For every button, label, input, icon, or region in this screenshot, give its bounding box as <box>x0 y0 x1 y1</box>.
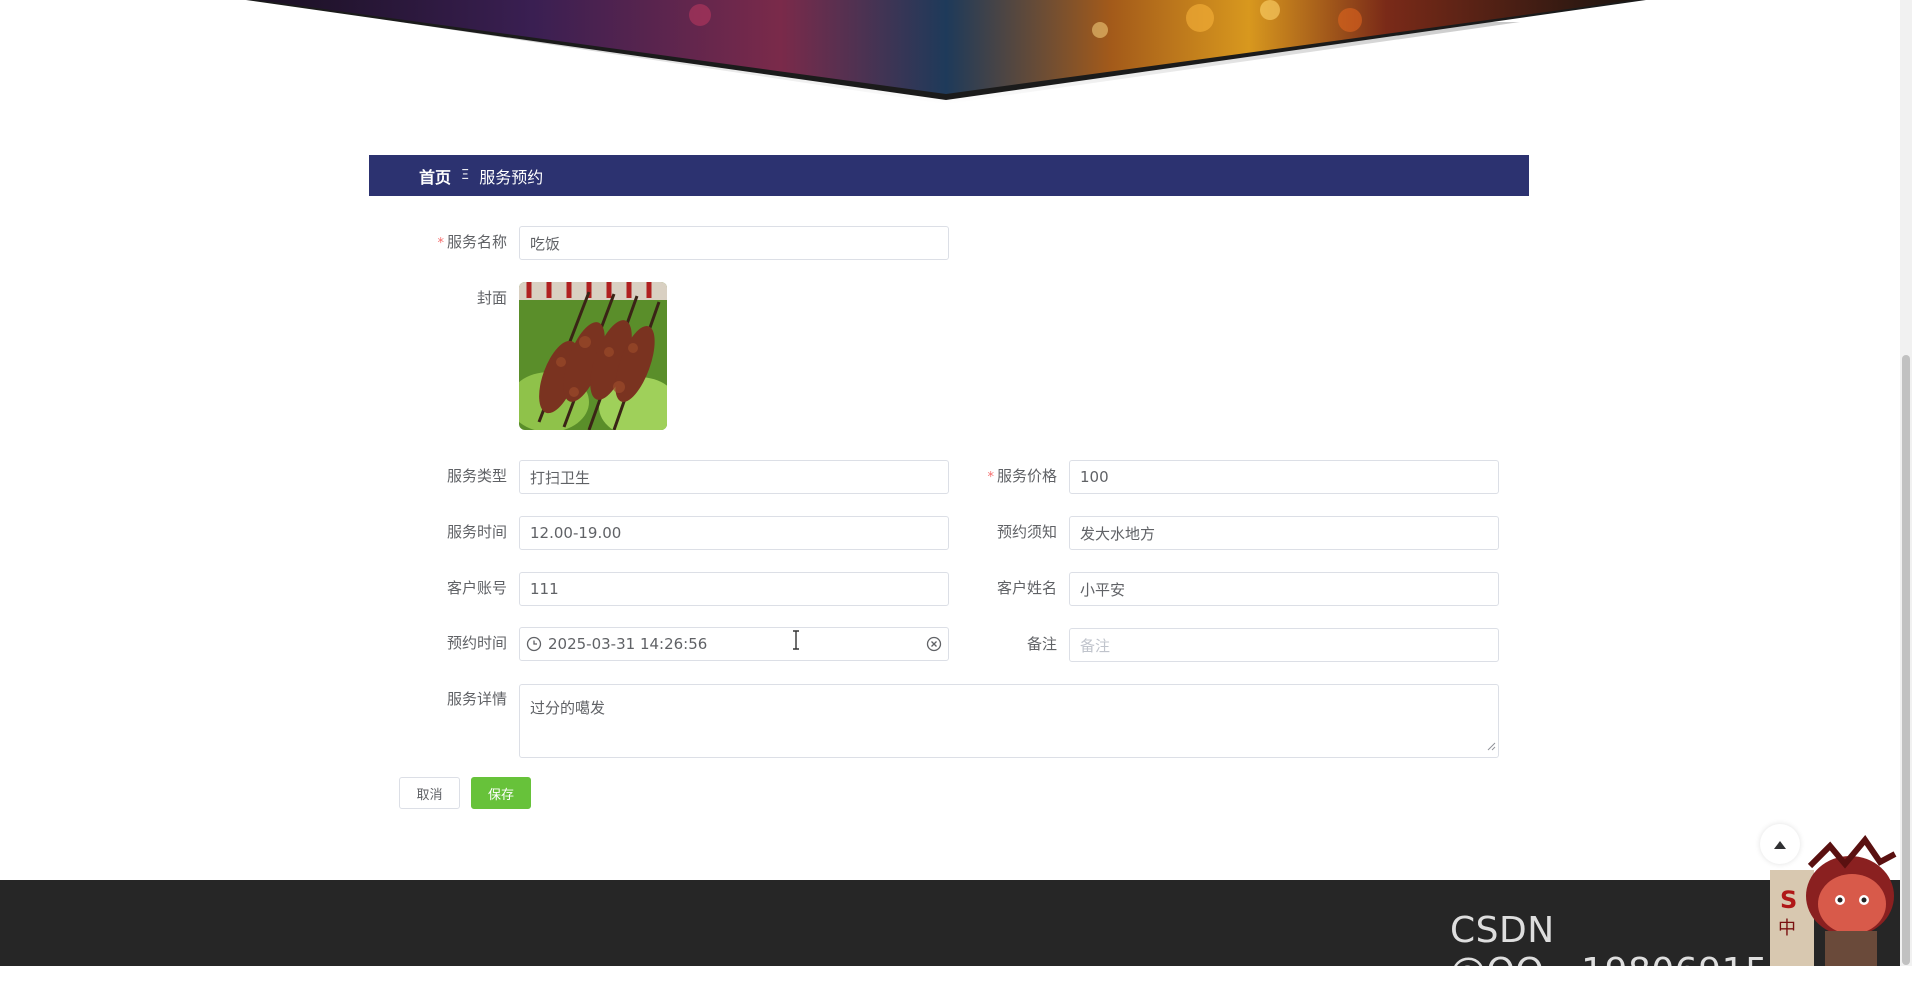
service-detail-label: 服务详情 <box>446 690 507 708</box>
svg-text:S: S <box>1780 886 1797 914</box>
cover-label: 封面 <box>476 289 507 307</box>
mascot-icon: S 中 <box>1770 826 1900 970</box>
top-banner <box>0 0 1912 110</box>
service-price-input[interactable]: 100 <box>1069 460 1499 494</box>
service-detail-textarea[interactable]: 过分的噶发 <box>519 684 1499 758</box>
resize-handle-icon[interactable] <box>1486 737 1496 755</box>
customer-account-label: 客户账号 <box>446 579 507 597</box>
customer-name-label: 客户姓名 <box>996 579 1057 597</box>
service-price-label: * 服务价格 <box>987 467 1057 485</box>
breadcrumb-home[interactable]: 首页 <box>419 164 451 188</box>
customer-account-input[interactable]: 111 <box>519 572 949 606</box>
booking-notice-label: 预约须知 <box>996 523 1057 541</box>
remark-label: 备注 <box>1026 635 1057 653</box>
service-name-input[interactable]: 吃饭 <box>519 226 949 260</box>
breadcrumb-separator: Ξ <box>461 168 470 183</box>
booking-time-label: 预约时间 <box>446 634 507 652</box>
service-type-label: 服务类型 <box>446 467 507 485</box>
required-mark: * <box>437 236 444 251</box>
breadcrumb: 首页 Ξ 服务预约 <box>369 155 1529 196</box>
service-time-label: 服务时间 <box>446 523 507 541</box>
booking-notice-input[interactable]: 发大水地方 <box>1069 516 1499 550</box>
booking-time-value: 2025-03-31 14:26:56 <box>548 635 708 653</box>
breadcrumb-current: 服务预约 <box>479 167 544 187</box>
required-mark: * <box>987 470 994 485</box>
clock-icon <box>526 636 542 652</box>
customer-name-input[interactable]: 小平安 <box>1069 572 1499 606</box>
booking-time-picker[interactable]: 2025-03-31 14:26:56 <box>519 627 949 661</box>
scrollbar-thumb[interactable] <box>1902 355 1910 965</box>
service-name-label: * 服务名称 <box>437 233 507 251</box>
cover-image[interactable] <box>519 282 667 430</box>
svg-text:中: 中 <box>1778 918 1796 939</box>
cancel-button[interactable]: 取消 <box>399 777 460 809</box>
save-button[interactable]: 保存 <box>471 777 531 809</box>
remark-input[interactable]: 备注 <box>1069 628 1499 662</box>
clear-icon[interactable] <box>926 636 942 652</box>
service-time-input[interactable]: 12.00-19.00 <box>519 516 949 550</box>
text-cursor-icon <box>790 630 802 654</box>
service-type-input[interactable]: 打扫卫生 <box>519 460 949 494</box>
